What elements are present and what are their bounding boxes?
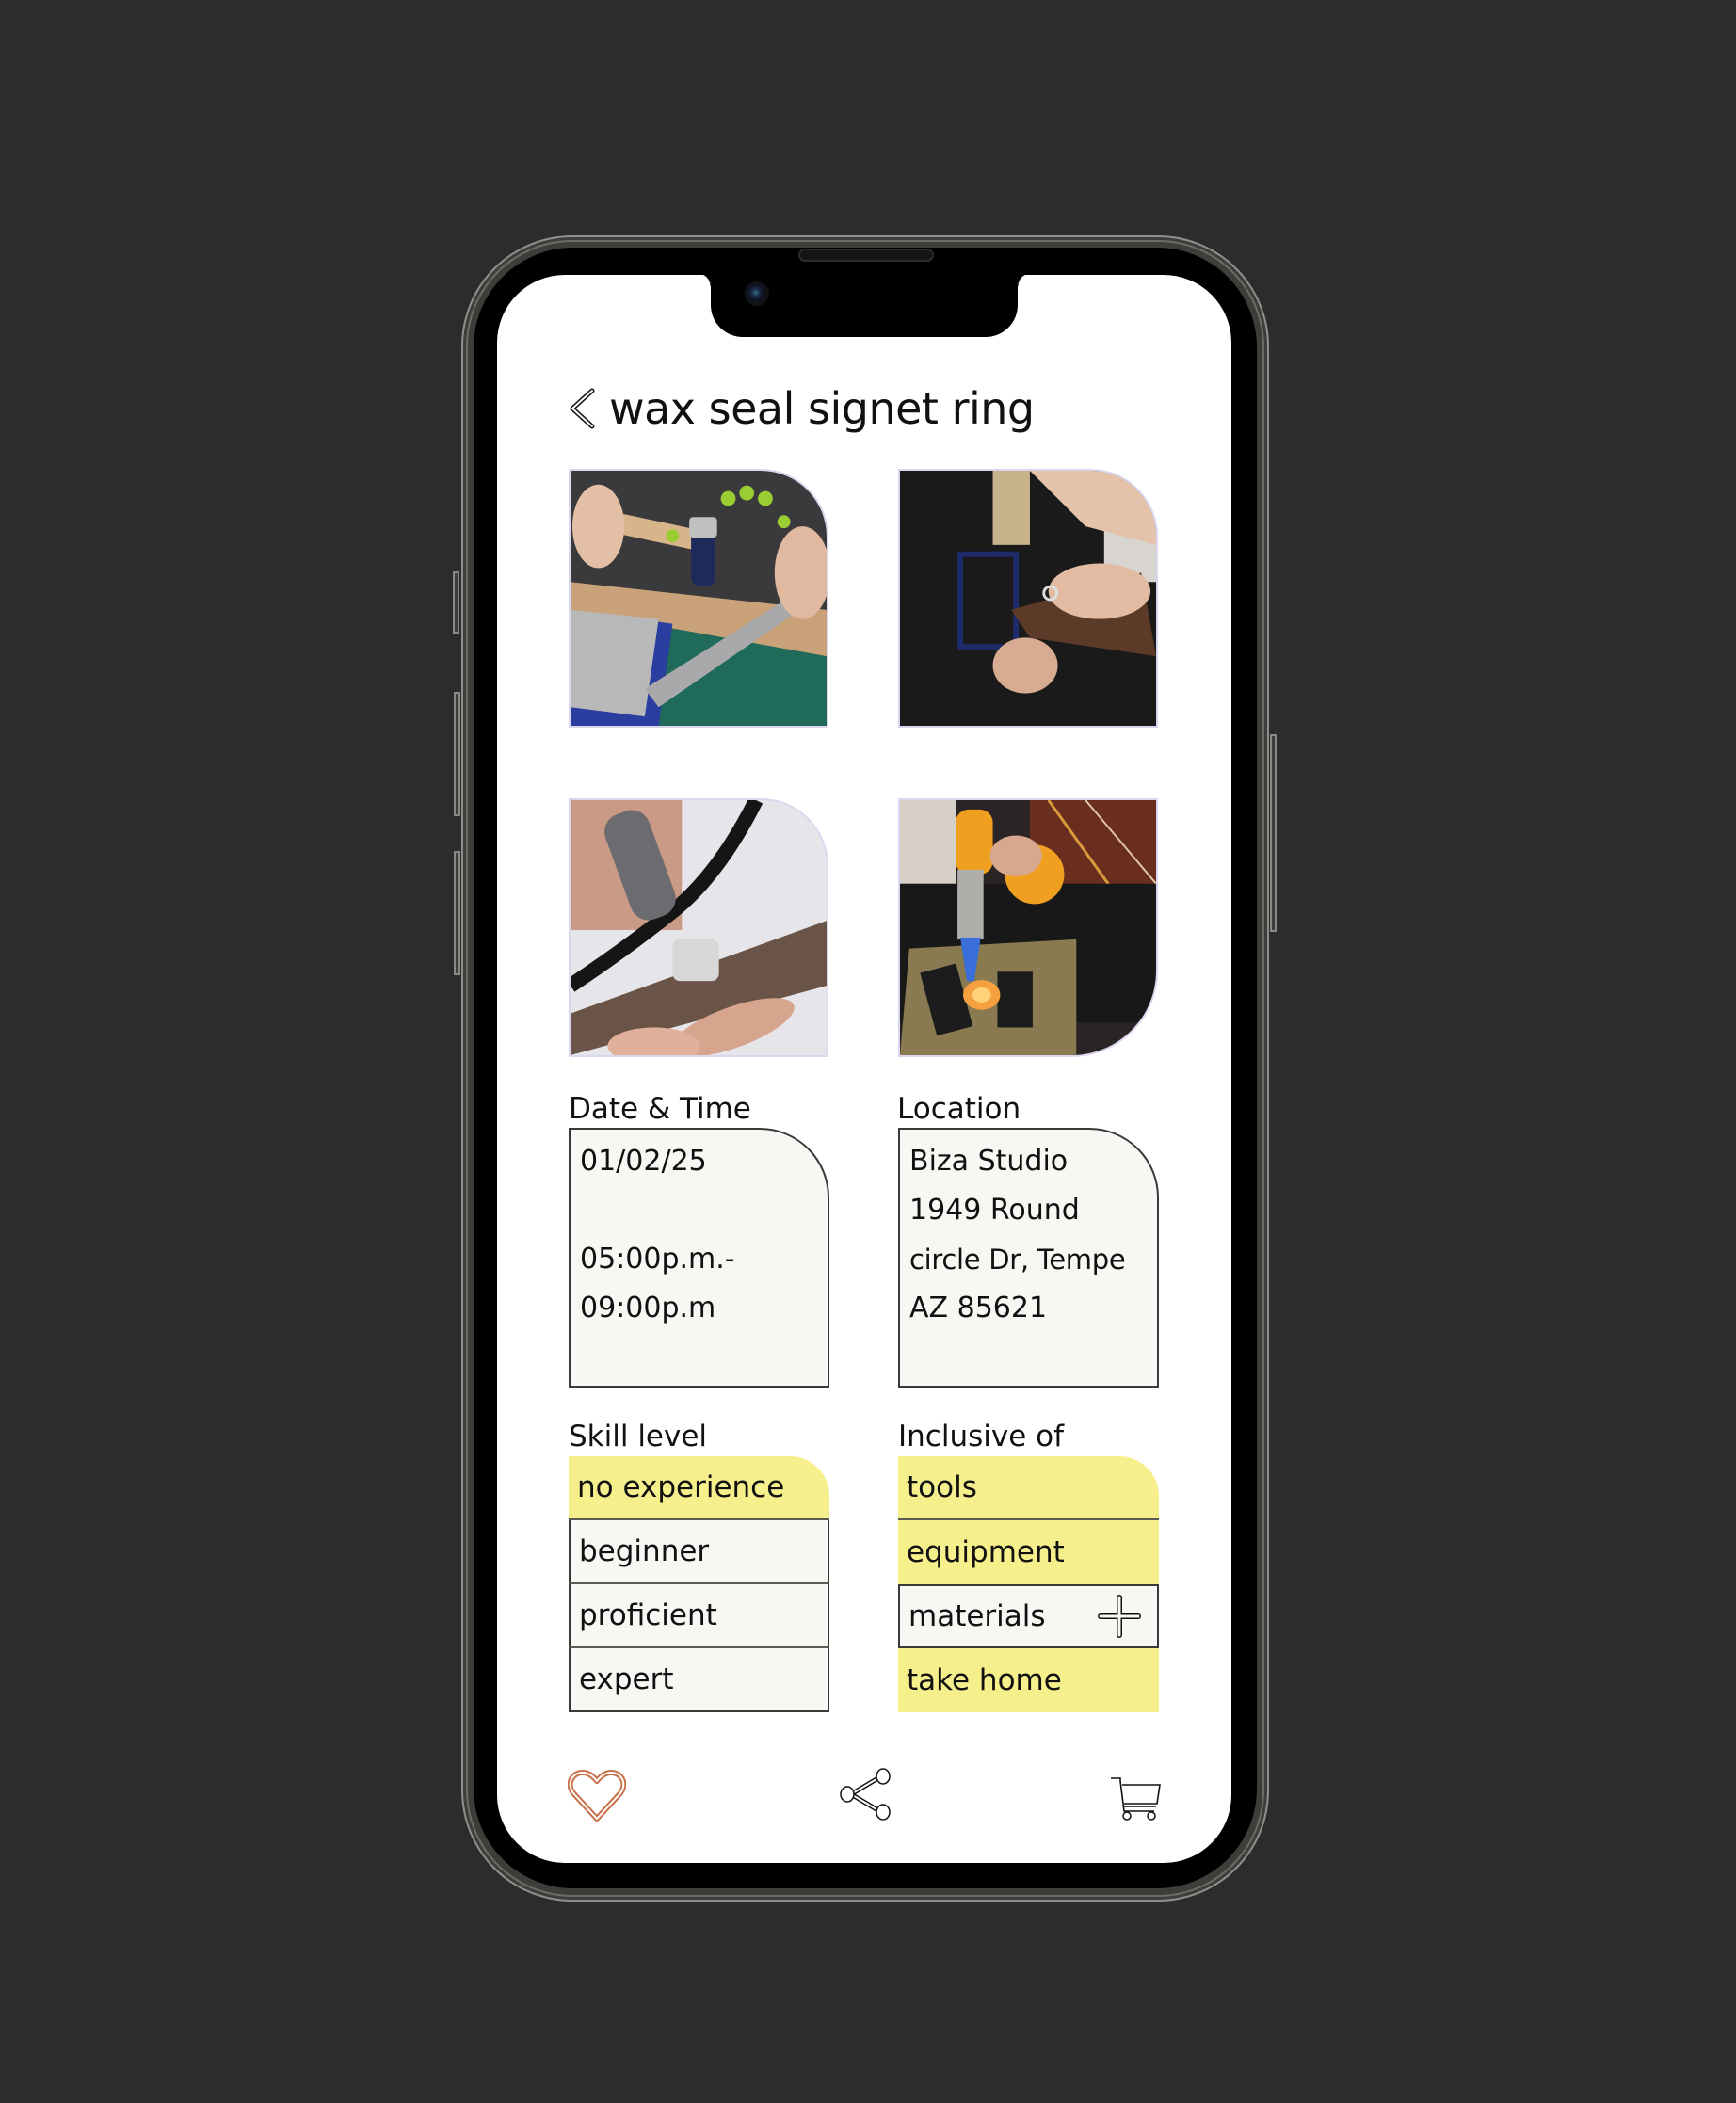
inclusive-item-label: equipment <box>907 1535 1065 1569</box>
photo-hammering-image <box>571 471 827 726</box>
inclusive-item-label: materials <box>908 1599 1046 1633</box>
skill-level-list: no experience beginner proficient expert <box>569 1456 829 1712</box>
chevron-left-icon <box>570 388 595 429</box>
date-time-box: 01/02/25 05:00p.m.- 09:00p.m <box>569 1128 829 1388</box>
cart-button[interactable] <box>1109 1775 1162 1824</box>
volume-up-button <box>454 692 460 816</box>
inclusive-of-list: tools equipment materials take home <box>898 1456 1159 1712</box>
share-icon <box>840 1768 891 1821</box>
location-box: Biza Studio 1949 Round circle Dr, Tempe … <box>898 1128 1159 1388</box>
bottom-action-bar <box>497 1768 1231 1834</box>
gallery-photo-sawing[interactable] <box>898 469 1158 728</box>
location-line: circle Dr, Tempe <box>909 1244 1126 1276</box>
phone-screen: wax seal signet ring Date & Time 01/02/2… <box>497 275 1231 1863</box>
time-start-value: 05:00p.m.- <box>580 1243 735 1276</box>
favorite-button[interactable] <box>567 1770 627 1826</box>
location-line: 1949 Round <box>909 1194 1080 1227</box>
front-camera-icon <box>745 281 769 306</box>
date-value: 01/02/25 <box>580 1145 707 1178</box>
inclusive-item-take-home[interactable]: take home <box>898 1648 1159 1712</box>
header: wax seal signet ring <box>568 380 1035 437</box>
photo-sawing-image <box>900 471 1156 726</box>
location-label: Location <box>897 1092 1021 1126</box>
date-time-spacer <box>580 1186 828 1235</box>
inclusive-item-label: tools <box>907 1470 977 1504</box>
gallery-photo-soldering[interactable] <box>898 798 1158 1057</box>
power-button <box>1270 734 1277 932</box>
earpiece-speaker <box>798 249 934 262</box>
cart-icon <box>1111 1777 1161 1821</box>
volume-down-button <box>454 851 460 975</box>
skill-option-label: expert <box>579 1662 674 1696</box>
date-time-label: Date & Time <box>569 1092 751 1126</box>
skill-option-label: beginner <box>579 1534 710 1568</box>
skill-option-expert[interactable]: expert <box>569 1648 829 1712</box>
skill-option-label: no experience <box>577 1470 785 1504</box>
inclusive-of-label: Inclusive of <box>898 1420 1065 1453</box>
silent-switch <box>453 571 459 634</box>
heart-icon <box>567 1770 627 1822</box>
location-line: AZ 85621 <box>909 1292 1048 1324</box>
photo-polishing-image <box>571 800 827 1055</box>
photo-soldering-image <box>900 800 1156 1055</box>
notch <box>698 275 1031 337</box>
skill-option-no-experience[interactable]: no experience <box>569 1456 829 1520</box>
skill-option-proficient[interactable]: proficient <box>569 1584 829 1648</box>
skill-option-label: proficient <box>579 1598 717 1632</box>
skill-option-beginner[interactable]: beginner <box>569 1520 829 1584</box>
page-title: wax seal signet ring <box>609 383 1035 434</box>
back-button[interactable] <box>568 388 596 429</box>
inclusive-item-label: take home <box>907 1663 1062 1697</box>
gallery-photo-hammering[interactable] <box>569 469 828 728</box>
location-line: Biza Studio <box>909 1145 1069 1178</box>
skill-level-label: Skill level <box>569 1420 708 1453</box>
plus-icon[interactable] <box>1097 1594 1142 1639</box>
inclusive-item-equipment[interactable]: equipment <box>898 1520 1159 1584</box>
inclusive-item-tools[interactable]: tools <box>898 1456 1159 1520</box>
gallery-photo-polishing[interactable] <box>569 798 828 1057</box>
share-button[interactable] <box>838 1768 894 1824</box>
inclusive-item-materials[interactable]: materials <box>898 1584 1159 1648</box>
time-end-value: 09:00p.m <box>580 1292 716 1324</box>
